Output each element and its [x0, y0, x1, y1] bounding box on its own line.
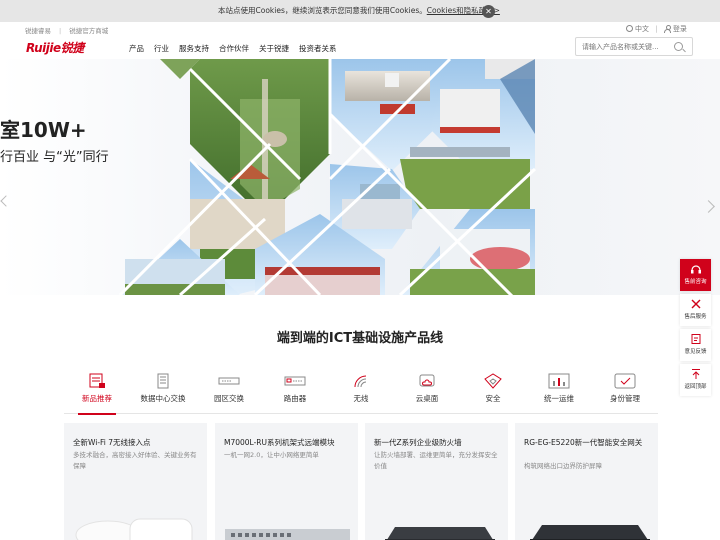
identity-icon: [614, 373, 636, 389]
new-product-icon: [89, 373, 105, 388]
globe-icon: [626, 25, 633, 32]
tab-wireless[interactable]: 无线: [328, 368, 394, 414]
card-title: 全新Wi-Fi 7无线接入点: [73, 438, 151, 447]
cloud-desktop-icon: [419, 374, 435, 387]
tab-label: 新品推荐: [82, 394, 112, 403]
tab-router[interactable]: 路由器: [262, 368, 328, 414]
headset-icon: [690, 265, 701, 274]
nav-item-investors[interactable]: 投资者关系: [299, 43, 337, 54]
search-box: [575, 37, 693, 56]
wireless-icon: [354, 375, 367, 388]
card-title: RG-EG-E5220新一代智能安全网关: [524, 438, 643, 447]
cookie-bar: 本站点使用Cookies，继续浏览表示您同意我们使用Cookies。Cookie…: [0, 0, 720, 22]
campus-switch-icon: [218, 377, 240, 385]
back-to-top-button[interactable]: 返回顶部: [680, 364, 711, 396]
tab-label: 安全: [485, 394, 501, 403]
tab-label: 园区交换: [214, 394, 244, 403]
float-label: 意见反馈: [684, 349, 707, 355]
utility-link-mall[interactable]: 锐捷官方商城: [69, 27, 108, 35]
ruijie-logo[interactable]: Ruijie锐捷: [26, 39, 84, 56]
hero-banner[interactable]: 室10W+ 行百业 与“光”同行: [0, 59, 720, 295]
arrow-up-icon: [691, 369, 700, 379]
rack-module-product-image: [225, 529, 350, 540]
product-category-tabs: 新品推荐 数据中心交换 园区交换 路由器 无线 云桌面 安全 统一运维 身份管理: [64, 368, 658, 415]
language-switch[interactable]: 中文: [635, 25, 649, 33]
product-card-gateway[interactable]: RG-EG-E5220新一代智能安全网关 构筑网络出口边界防护屏障: [515, 423, 658, 540]
router-icon: [284, 376, 306, 386]
tab-label: 无线: [353, 394, 369, 403]
card-title: M7000L-RU系列机架式远端模块: [224, 438, 335, 447]
float-label: 售前咨询: [684, 279, 707, 285]
nav-item-industry[interactable]: 行业: [154, 43, 169, 54]
tab-new-products[interactable]: 新品推荐: [64, 368, 130, 415]
tab-label: 身份管理: [610, 394, 640, 403]
tab-label: 数据中心交换: [140, 394, 186, 403]
card-desc: 多技术融合，高密接入好体验、关键业务有保障: [73, 451, 197, 470]
card-desc: 一机一网2.0，让中小网络更简单: [224, 451, 319, 459]
tools-icon: [691, 299, 700, 309]
floating-toolbar: 售前咨询 售后服务 意见反馈 返回顶部: [680, 259, 711, 399]
product-card-m7000l[interactable]: M7000L-RU系列机架式远端模块 一机一网2.0，让中小网络更简单: [215, 423, 358, 540]
float-label: 返回顶部: [684, 384, 707, 390]
nav-item-products[interactable]: 产品: [129, 43, 144, 54]
tab-datacenter-switch[interactable]: 数据中心交换: [130, 368, 196, 414]
tab-identity[interactable]: 身份管理: [592, 368, 658, 414]
utility-separator: |: [59, 27, 62, 35]
product-card-firewall[interactable]: 新一代Z系列企业级防火墙 让防火墙部署、运维更简单，充分发挥安全价值: [365, 423, 508, 540]
datacenter-switch-icon: [157, 373, 169, 389]
tab-security[interactable]: 安全: [460, 368, 526, 414]
hero-campus-collage: [118, 59, 537, 295]
tab-label: 路由器: [283, 394, 307, 403]
utility-links: 锐捷睿易 | 锐捷官方商城: [25, 25, 108, 35]
search-input[interactable]: [582, 41, 668, 53]
tab-cloud-desktop[interactable]: 云桌面: [394, 368, 460, 414]
utility-right: 中文 | 登录: [626, 24, 687, 34]
user-icon: [663, 25, 671, 33]
cookie-close-icon[interactable]: ✕: [482, 5, 495, 18]
float-label: 售后服务: [684, 314, 707, 320]
utility-separator: |: [655, 25, 658, 33]
firewall-product-image: [385, 527, 495, 540]
hero-title: 室10W+: [0, 118, 87, 142]
tab-label: 统一运维: [544, 394, 574, 403]
nav-item-about[interactable]: 关于锐捷: [259, 43, 289, 54]
nav-item-partners[interactable]: 合作伙伴: [219, 43, 249, 54]
feedback-button[interactable]: 意见反馈: [680, 329, 711, 361]
feedback-icon: [691, 334, 700, 344]
wireless-ap-product-image: [75, 518, 193, 540]
login-link[interactable]: 登录: [673, 25, 687, 33]
tab-unified-ops[interactable]: 统一运维: [526, 368, 592, 414]
card-desc: 让防火墙部署、运维更简单，充分发挥安全价值: [374, 451, 498, 470]
security-gateway-product-image: [530, 525, 650, 540]
cookie-notice: 本站点使用Cookies，继续浏览表示您同意我们使用Cookies。Cookie…: [218, 5, 500, 16]
main-nav: 产品 行业 服务支持 合作伙伴 关于锐捷 投资者关系: [129, 43, 337, 54]
presales-consult-button[interactable]: 售前咨询: [680, 259, 711, 291]
hero-subtitle: 行百业 与“光”同行: [0, 150, 109, 165]
aftersales-service-button[interactable]: 售后服务: [680, 294, 711, 326]
nav-item-support[interactable]: 服务支持: [179, 43, 209, 54]
security-shield-icon: [484, 373, 502, 389]
unified-ops-icon: [548, 373, 570, 389]
search-icon[interactable]: [674, 42, 683, 51]
utility-link-ruiyi[interactable]: 锐捷睿易: [25, 27, 51, 35]
tab-label: 云桌面: [415, 394, 439, 403]
card-desc: 构筑网络出口边界防护屏障: [524, 462, 602, 470]
active-tab-indicator: [78, 413, 116, 415]
section-title: 端到端的ICT基础设施产品线: [276, 331, 444, 346]
cookie-notice-text: 本站点使用Cookies，继续浏览表示您同意我们使用Cookies。: [218, 6, 427, 15]
product-card-wifi7[interactable]: 全新Wi-Fi 7无线接入点 多技术融合，高密接入好体验、关键业务有保障: [64, 423, 207, 540]
tab-campus-switch[interactable]: 园区交换: [196, 368, 262, 414]
card-title: 新一代Z系列企业级防火墙: [374, 438, 462, 447]
